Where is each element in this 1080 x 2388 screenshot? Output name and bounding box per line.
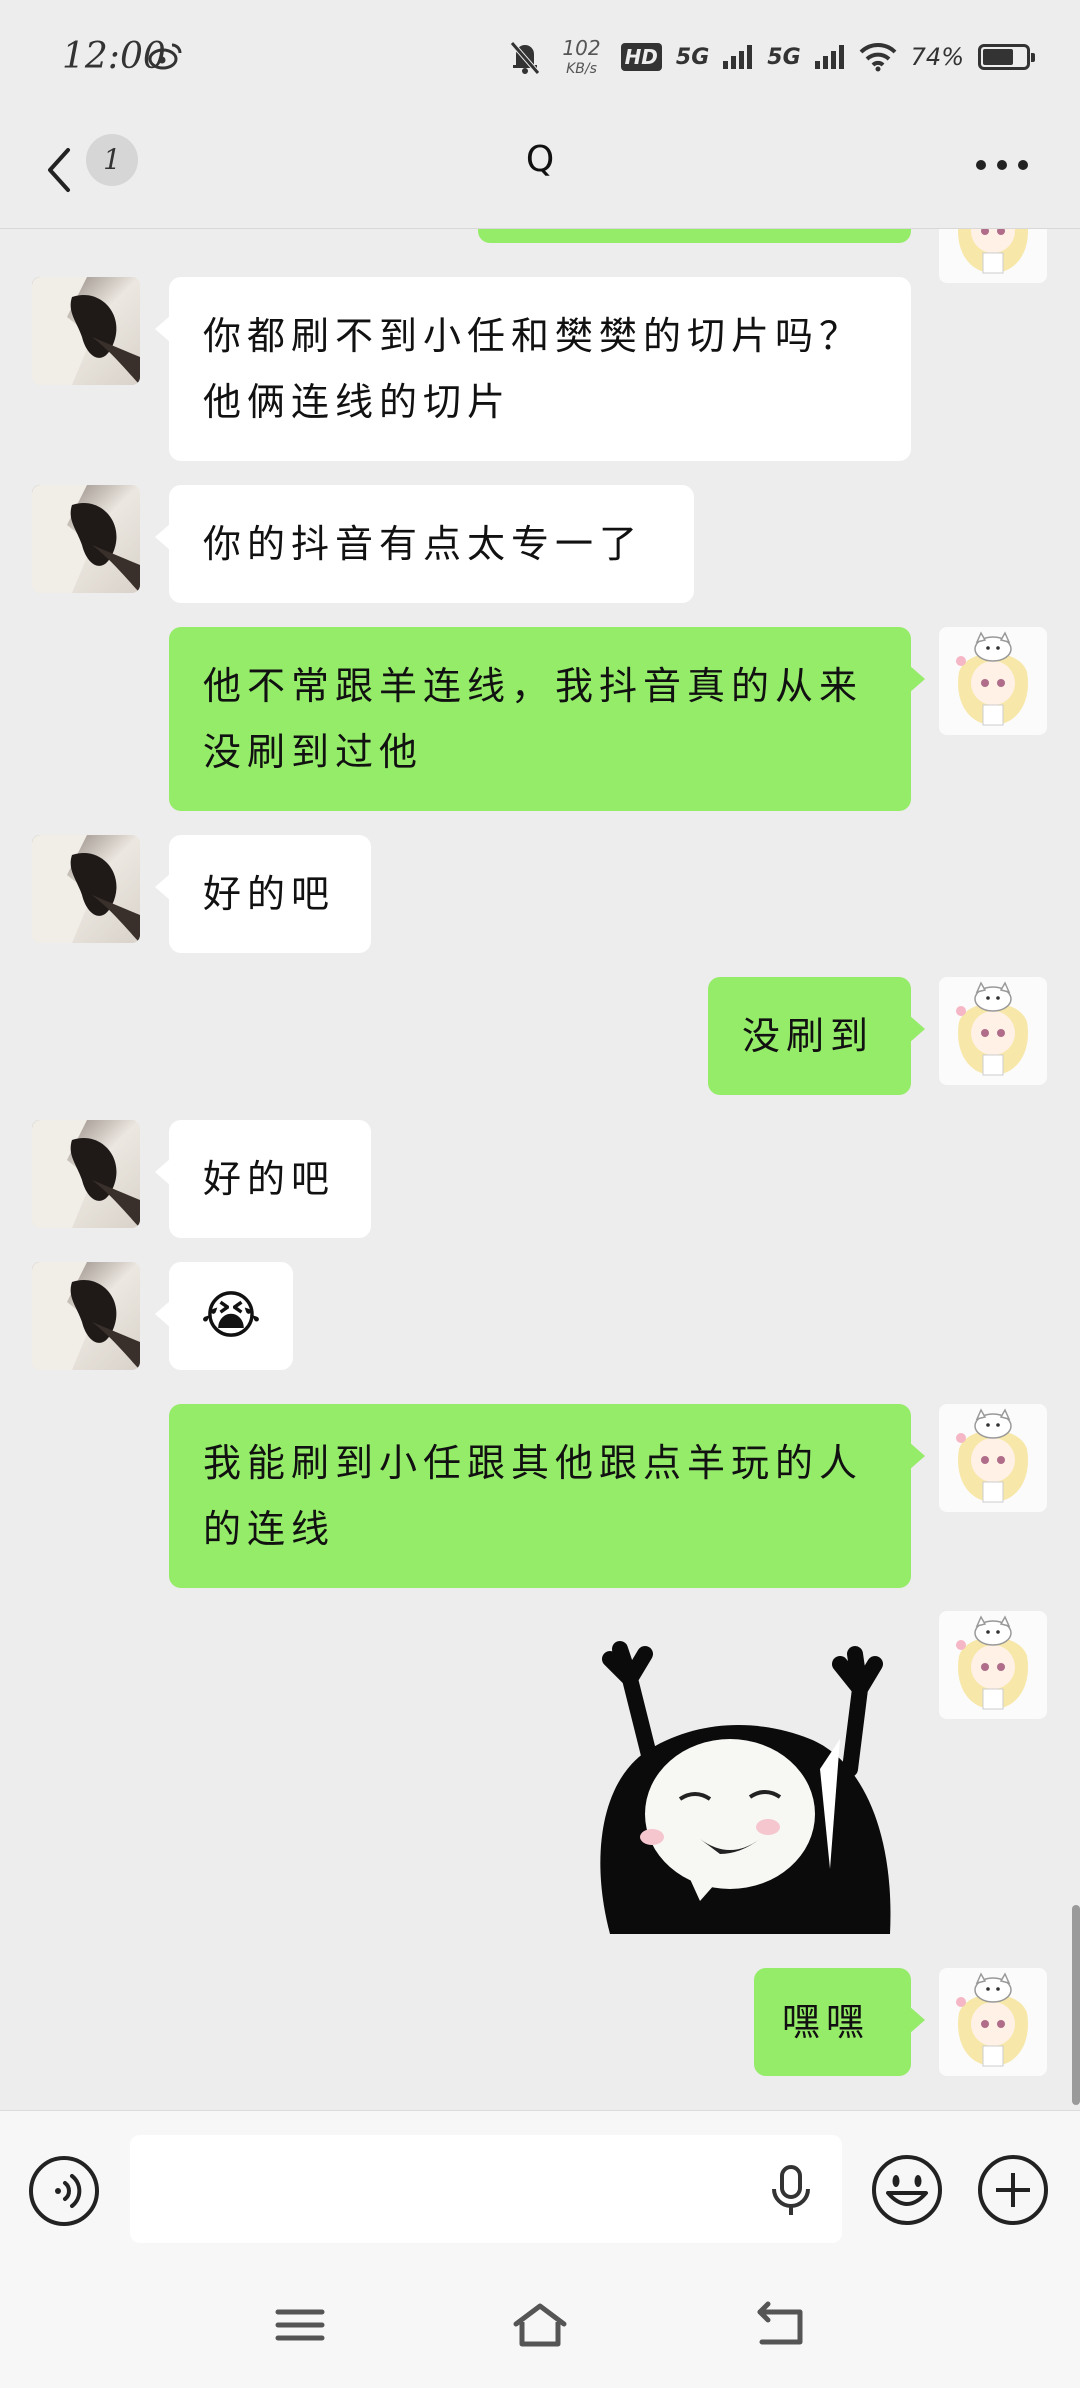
message-bubble[interactable]: 你都刷不到小任和樊樊的切片吗？他俩连线的切片 [155, 277, 911, 461]
plus-icon[interactable] [976, 2153, 1050, 2227]
message-bubble[interactable]: 好的吧 [155, 1120, 371, 1238]
return-icon[interactable] [750, 2300, 810, 2350]
avatar[interactable] [32, 835, 140, 943]
emoji-icon[interactable] [870, 2153, 944, 2227]
message-bubble[interactable]: 没刷到 [708, 977, 925, 1095]
net-speed-value: 102 [562, 36, 601, 60]
message-bubble[interactable]: 你的抖音有点太专一了 [155, 485, 694, 603]
message-input[interactable] [130, 2135, 842, 2243]
system-navigation-bar [0, 2260, 1080, 2388]
net-speed-unit: KB/s [566, 61, 597, 77]
input-bar [0, 2110, 1080, 2261]
chat-title: Q [525, 139, 555, 180]
net-speed: 102 KB/s [562, 38, 600, 76]
menu-icon[interactable] [270, 2300, 330, 2350]
chat-scrollbar[interactable] [1072, 1905, 1080, 2105]
voice-icon[interactable] [28, 2155, 100, 2227]
message-bubble[interactable]: 好的吧 [155, 835, 371, 953]
avatar[interactable] [32, 1262, 140, 1370]
signal-2-icon [814, 45, 844, 69]
message-bubble[interactable]: 😭 [155, 1262, 293, 1370]
mic-icon[interactable] [770, 2163, 812, 2219]
status-bar: 12:00 102 KB/s HD 5G 5G 74% [0, 0, 1080, 118]
crying-laughing-emoji: 😭 [200, 1286, 262, 1346]
avatar[interactable] [939, 229, 1047, 283]
avatar[interactable] [32, 1120, 140, 1228]
arms-up-meme-sticker[interactable] [590, 1639, 910, 1934]
message-bubble[interactable]: 我能刷到小任跟其他跟点羊玩的人的连线 [169, 1404, 925, 1588]
avatar[interactable] [939, 1404, 1047, 1512]
avatar[interactable] [939, 1611, 1047, 1719]
battery-icon [978, 44, 1035, 70]
avatar[interactable] [32, 485, 140, 593]
message-bubble[interactable]: 嘿嘿 [754, 1968, 925, 2076]
avatar[interactable] [32, 277, 140, 385]
signal-1-label: 5G [675, 44, 710, 70]
avatar[interactable] [939, 1968, 1047, 2076]
wifi-icon [859, 42, 897, 72]
mute-icon [510, 41, 541, 75]
avatar[interactable] [939, 627, 1047, 735]
battery-percent: 74% [910, 43, 964, 71]
weibo-icon [148, 43, 182, 70]
home-icon[interactable] [510, 2300, 570, 2350]
more-icon[interactable] [974, 158, 1030, 172]
status-icons: 102 KB/s HD 5G 5G 74% [508, 32, 1035, 82]
signal-2-label: 5G [767, 44, 801, 70]
hd-badge: HD [620, 43, 662, 71]
signal-1-icon [723, 45, 753, 69]
avatar[interactable] [939, 977, 1047, 1085]
message-list[interactable]: 你都刷不到小任和樊樊的切片吗？他俩连线的切片 你的抖音有点太专一了 他不常跟羊连… [0, 229, 1080, 2109]
message-bubble[interactable] [478, 229, 911, 243]
message-bubble[interactable]: 他不常跟羊连线，我抖音真的从来没刷到过他 [169, 627, 925, 811]
